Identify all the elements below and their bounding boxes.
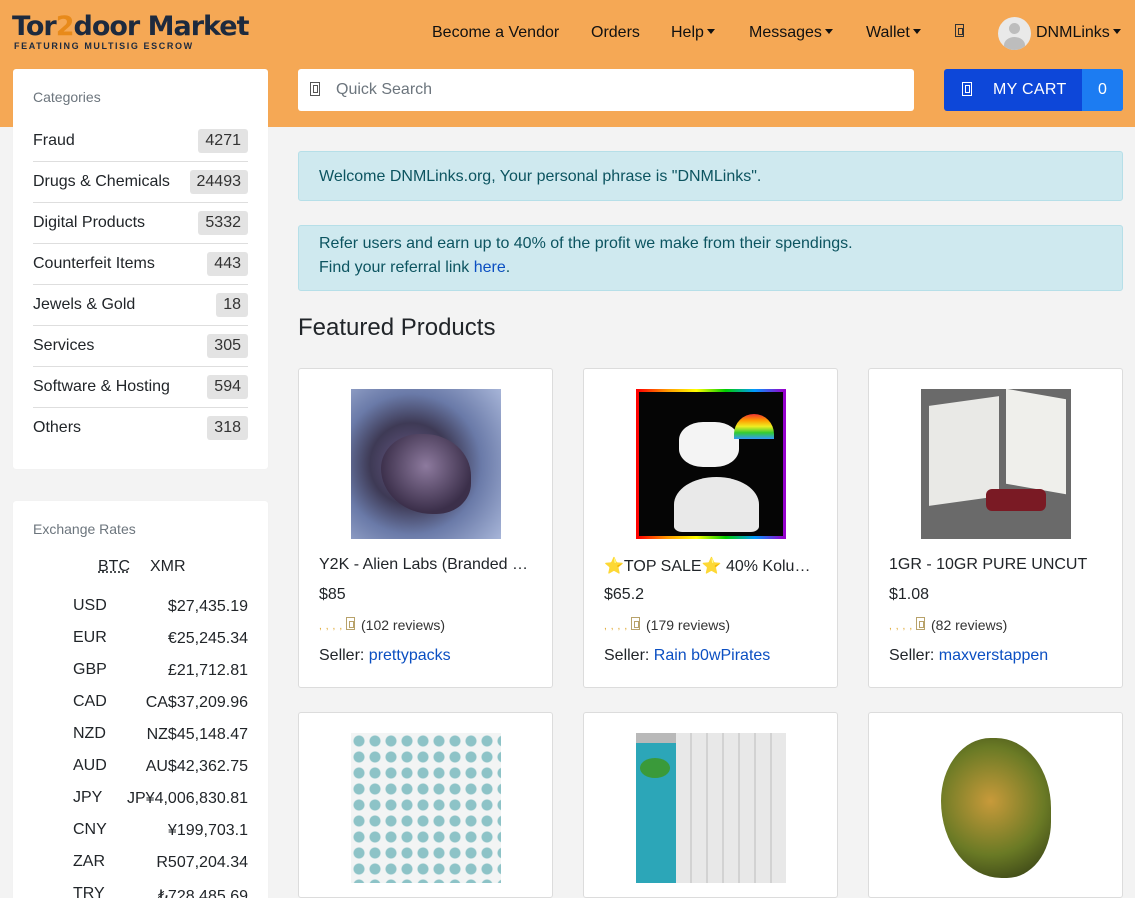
tab-btc[interactable]: BTC	[98, 558, 130, 576]
category-count-badge: 5332	[198, 211, 248, 235]
star-rating-icon: ,,,,	[889, 620, 917, 632]
product-price: $85	[319, 586, 346, 603]
notification-icon	[955, 24, 964, 38]
category-item[interactable]: Others 318	[33, 408, 248, 449]
rate-row: CAD CA$37,209.96	[73, 693, 248, 711]
product-seller: Seller: prettypacks	[319, 647, 451, 664]
cart-icon	[962, 82, 972, 96]
star-rating-icon: ,,,,	[319, 620, 347, 632]
product-card[interactable]	[868, 712, 1123, 898]
chevron-down-icon	[824, 29, 833, 35]
product-image[interactable]	[351, 733, 501, 883]
category-item[interactable]: Services 305	[33, 326, 248, 367]
nav-become-vendor[interactable]: Become a Vendor	[432, 24, 559, 42]
product-card[interactable]	[298, 712, 553, 898]
category-item[interactable]: Drugs & Chemicals 24493	[33, 162, 248, 203]
search-icon[interactable]	[310, 82, 320, 96]
referral-alert: Refer users and earn up to 40% of the pr…	[298, 225, 1123, 291]
rate-row: NZD NZ$45,148.47	[73, 725, 248, 743]
nav-user-dropdown[interactable]: DNMLinks	[1036, 24, 1121, 42]
star-half-icon	[631, 617, 641, 630]
tab-xmr[interactable]: XMR	[150, 558, 186, 576]
category-item[interactable]: Jewels & Gold 18	[33, 285, 248, 326]
cart-count-badge: 0	[1082, 69, 1123, 111]
rate-row: GBP £21,712.81	[73, 661, 248, 679]
product-image[interactable]	[921, 733, 1071, 883]
product-card[interactable]: 1GR - 10GR PURE UNCUT $1.08 ,,,, (82 rev…	[868, 368, 1123, 688]
nav-messages-dropdown[interactable]: Messages	[749, 24, 833, 42]
nav-orders[interactable]: Orders	[591, 24, 640, 42]
category-count-badge: 305	[207, 334, 248, 358]
rate-row: AUD AU$42,362.75	[73, 757, 248, 775]
product-price: $1.08	[889, 586, 930, 603]
product-card[interactable]	[583, 712, 838, 898]
product-image[interactable]	[921, 389, 1071, 539]
rate-row: EUR €25,245.34	[73, 629, 248, 647]
referral-link[interactable]: here	[474, 259, 506, 276]
seller-link[interactable]: maxverstappen	[939, 647, 1048, 664]
exchange-rates-title: Exchange Rates	[33, 521, 136, 537]
product-name[interactable]: Y2K - Alien Labs (Branded Packs)	[319, 556, 534, 574]
seller-link[interactable]: Rain b0wPirates	[654, 647, 771, 664]
category-count-badge: 18	[216, 293, 248, 317]
nav-help-dropdown[interactable]: Help	[671, 24, 715, 42]
category-item[interactable]: Software & Hosting 594	[33, 367, 248, 408]
exchange-rates-card: Exchange Rates BTC XMR USD $27,435.19 EUR…	[13, 501, 268, 898]
featured-products-title: Featured Products	[298, 314, 496, 341]
star-half-icon	[346, 617, 356, 630]
nav-notifications[interactable]	[955, 22, 964, 40]
nav-wallet-dropdown[interactable]: Wallet	[866, 24, 921, 42]
cart-button[interactable]: MY CART 0	[944, 69, 1123, 111]
product-image[interactable]	[636, 733, 786, 883]
categories-card: Categories Fraud 4271 Drugs & Chemicals 24…	[13, 69, 268, 469]
product-card[interactable]: Y2K - Alien Labs (Branded Packs) $85 ,,,…	[298, 368, 553, 688]
category-count-badge: 4271	[198, 129, 248, 153]
product-price: $65.2	[604, 586, 645, 603]
search-input[interactable]	[336, 69, 906, 111]
chevron-down-icon	[706, 29, 715, 35]
category-count-badge: 594	[207, 375, 248, 399]
rate-row: ZAR R507,204.34	[73, 853, 248, 871]
product-rating: ,,,, (179 reviews)	[604, 617, 731, 633]
rate-row: CNY ¥199,703.1	[73, 821, 248, 839]
category-count-badge: 318	[207, 416, 248, 440]
product-rating: ,,,, (102 reviews)	[319, 617, 446, 633]
product-image[interactable]	[636, 389, 786, 539]
cart-label: MY CART	[993, 81, 1067, 98]
site-logo[interactable]: Tor2door Market FEATURING MULTISIG ESCRO…	[12, 13, 250, 53]
category-count-badge: 443	[207, 252, 248, 276]
product-name[interactable]: ⭐TOP SALE⭐ 40% Kolumbian	[604, 556, 819, 576]
rate-row: JPY JP¥4,006,830.81	[73, 789, 248, 807]
product-rating: ,,,, (82 reviews)	[889, 617, 1008, 633]
chevron-down-icon	[912, 29, 921, 35]
star-half-icon	[916, 617, 926, 630]
welcome-alert: Welcome DNMLinks.org, Your personal phra…	[298, 151, 1123, 201]
rate-row: TRY ₺728,485.69	[73, 885, 248, 898]
search-bar	[298, 69, 914, 111]
product-name[interactable]: 1GR - 10GR PURE UNCUT	[889, 556, 1104, 574]
top-navbar: Tor2door Market FEATURING MULTISIG ESCRO…	[0, 0, 1135, 66]
product-seller: Seller: Rain b0wPirates	[604, 647, 771, 664]
star-rating-icon: ,,,,	[604, 620, 632, 632]
chevron-down-icon	[1112, 29, 1121, 35]
category-item[interactable]: Digital Products 5332	[33, 203, 248, 244]
rate-row: USD $27,435.19	[73, 597, 248, 615]
categories-title: Categories	[33, 89, 101, 105]
category-item[interactable]: Counterfeit Items 443	[33, 244, 248, 285]
product-seller: Seller: maxverstappen	[889, 647, 1049, 664]
product-card[interactable]: ⭐TOP SALE⭐ 40% Kolumbian $65.2 ,,,, (179…	[583, 368, 838, 688]
user-avatar[interactable]	[998, 17, 1031, 50]
seller-link[interactable]: prettypacks	[369, 647, 451, 664]
category-count-badge: 24493	[189, 170, 248, 194]
product-image[interactable]	[351, 389, 501, 539]
category-item[interactable]: Fraud 4271	[33, 121, 248, 162]
